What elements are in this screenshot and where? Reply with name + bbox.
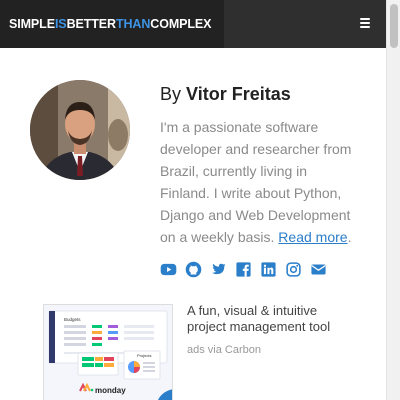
brand-part-better: BETTER — [66, 17, 117, 31]
page-scrollbar[interactable] — [386, 0, 400, 400]
brand-part-than: THAN — [115, 17, 151, 31]
instagram-icon[interactable] — [285, 261, 302, 278]
by-label: By — [160, 84, 182, 104]
social-links — [160, 261, 327, 278]
ad-projects-label: Projects — [137, 353, 151, 358]
ad-budgets-label: Budgets — [64, 317, 81, 322]
github-icon[interactable] — [185, 261, 202, 278]
hamburger-menu-icon[interactable] — [360, 15, 372, 31]
twitter-icon[interactable] — [210, 261, 227, 278]
author-bio: I'm a passionate software developer and … — [160, 116, 360, 248]
top-navbar: SIMPLE IS BETTER THAN COMPLEX — [0, 0, 386, 48]
ad-via-carbon-link[interactable]: ads via Carbon — [187, 344, 261, 356]
author-avatar — [30, 80, 130, 180]
brand-part-complex: COMPLEX — [150, 17, 212, 31]
read-more-link[interactable]: Read more — [278, 229, 347, 245]
brand-part-simple: SIMPLE — [9, 17, 55, 31]
ad-description-link[interactable]: A fun, visual & intuitive project manage… — [187, 303, 347, 335]
ad-image[interactable]: Budgets Projects monday — [43, 304, 173, 400]
youtube-icon[interactable] — [160, 261, 177, 278]
brand-part-is: IS — [54, 17, 67, 31]
bio-text: I'm a passionate software developer and … — [160, 119, 352, 245]
site-logo[interactable]: SIMPLE IS BETTER THAN COMPLEX — [0, 0, 224, 48]
facebook-icon[interactable] — [235, 261, 252, 278]
linkedin-icon[interactable] — [260, 261, 277, 278]
ad-brand-logo: monday — [95, 386, 126, 395]
email-icon[interactable] — [310, 261, 327, 278]
bio-period: . — [347, 229, 352, 245]
author-heading: By Vitor Freitas — [160, 84, 291, 105]
author-name[interactable]: Vitor Freitas — [186, 84, 291, 104]
scrollbar-thumb[interactable] — [390, 4, 398, 48]
